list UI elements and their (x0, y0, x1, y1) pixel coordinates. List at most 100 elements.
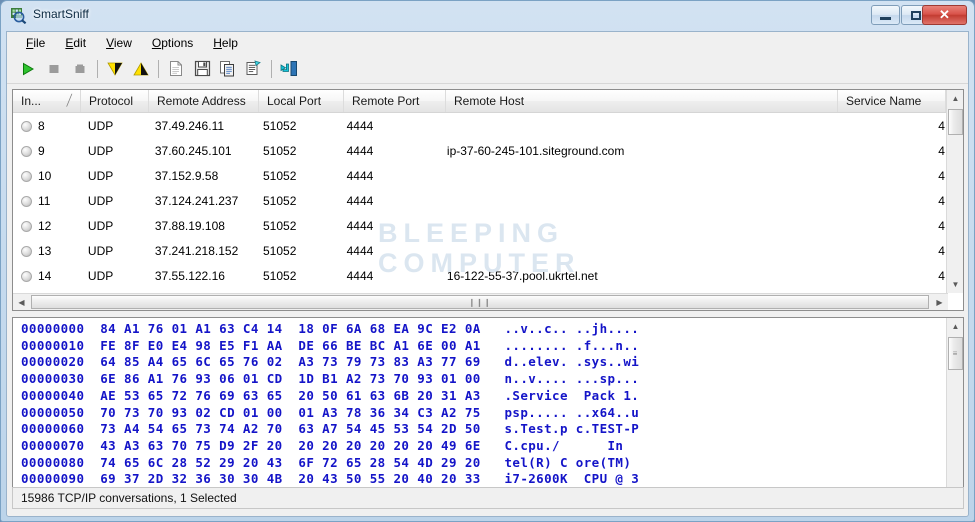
application-window: SmartSniff ✕ File Edit View Options Help (0, 0, 975, 522)
table-row[interactable]: 8 UDP 37.49.246.11 51052 4444 4 (13, 113, 948, 138)
status-bullet-icon (21, 270, 32, 282)
cell-remote_port: 4444 (346, 243, 374, 258)
list-scroll-left-button[interactable]: ◀ (13, 294, 30, 310)
separator-3 (271, 59, 272, 78)
column-header-service_name[interactable]: Service Name (838, 90, 946, 112)
properties-button[interactable] (241, 57, 267, 81)
copy-pages-icon (220, 61, 234, 77)
start-capture-button[interactable] (15, 57, 41, 81)
cell-text: 12 (38, 218, 52, 233)
properties-icon (246, 60, 261, 75)
conversations-list[interactable]: In... ╱ Protocol Remote Address Local Port Re… (12, 89, 964, 311)
cell-remote_port: 4444 (346, 168, 374, 183)
stop-capture-button[interactable] (41, 57, 67, 81)
cell-remote_port: 4444 (346, 193, 374, 208)
status-bar: 15986 TCP/IP conversations, 1 Selected (12, 487, 964, 509)
stop-square-icon (75, 64, 85, 73)
save-button[interactable] (189, 57, 215, 81)
exit-door-arrow-icon (280, 61, 297, 76)
column-header-local_port[interactable]: Local Port (259, 90, 344, 112)
pause-capture-button[interactable] (67, 57, 93, 81)
column-header-label: In... (21, 94, 42, 108)
column-header-index[interactable]: In... ╱ (13, 90, 81, 112)
hex-scroll-thumb[interactable]: ≡ (948, 337, 963, 370)
table-row[interactable]: 12 UDP 37.88.19.108 51052 4444 4 (13, 213, 948, 238)
cell-protocol: UDP (87, 168, 114, 183)
list-scroll-right-button[interactable]: ▶ (931, 294, 948, 310)
separator-2 (158, 59, 159, 78)
status-bullet-icon (21, 120, 32, 132)
list-scroll-down-button[interactable]: ▼ (947, 276, 963, 293)
cell-local_port: 51052 (263, 193, 297, 208)
table-row[interactable]: 11 UDP 37.124.241.237 51052 4444 4 (13, 188, 948, 213)
list-hscroll-thumb[interactable]: ❙❙❙ (31, 295, 929, 309)
table-row[interactable]: 13 UDP 37.241.218.152 51052 4444 4 (13, 238, 948, 263)
cell-remote_port: 4444 (346, 218, 374, 233)
filter-down-button[interactable] (102, 57, 128, 81)
column-header-label: Protocol (89, 94, 134, 108)
list-column-headers: In... ╱ Protocol Remote Address Local Port Re… (13, 90, 963, 113)
column-header-protocol[interactable]: Protocol (81, 90, 149, 112)
cell-index: 14 (13, 269, 80, 283)
cell-local_port: 51052 (263, 268, 297, 283)
exit-button[interactable] (276, 57, 302, 81)
minimize-button[interactable] (871, 5, 900, 25)
cell-index: 11 (13, 194, 80, 208)
cell-remote_host: ip-37-60-245-101.siteground.com (446, 143, 625, 158)
filter-up-button[interactable] (128, 57, 154, 81)
table-row[interactable]: 14 UDP 37.55.122.16 51052 4444 16-122-55-37.p… (13, 263, 948, 288)
table-row[interactable]: 10 UDP 37.152.9.58 51052 4444 4 (13, 163, 948, 188)
cell-remote_port: 4444 (346, 143, 374, 158)
cell-local_port: 51052 (263, 143, 297, 158)
cell-remote_addr: 37.49.246.11 (154, 118, 225, 133)
column-header-remote_host[interactable]: Remote Host (446, 90, 838, 112)
table-row[interactable]: 9 UDP 37.60.245.101 51052 4444 ip-37-60-245-1… (13, 138, 948, 163)
hex-dump-text: 00000000 84 A1 76 01 A1 63 C4 14 18 0F 6… (21, 321, 640, 503)
menu-item-edit[interactable]: Edit (57, 34, 95, 52)
list-scroll-thumb[interactable] (948, 109, 963, 135)
menu-item-view[interactable]: View (98, 34, 141, 52)
cell-index: 13 (13, 244, 80, 258)
cell-remote_port: 4444 (346, 268, 374, 283)
new-button[interactable] (163, 57, 189, 81)
column-header-label: Remote Address (157, 94, 246, 108)
status-bullet-icon (21, 220, 32, 232)
cell-remote_addr: 37.152.9.58 (154, 168, 219, 183)
cell-text: 9 (38, 143, 45, 158)
copy-button[interactable] (215, 57, 241, 81)
list-scroll-up-button[interactable]: ▲ (947, 90, 963, 107)
packet-hex-dump-panel[interactable]: 00000000 84 A1 76 01 A1 63 C4 14 18 0F 6… (12, 317, 964, 507)
column-header-remote_port[interactable]: Remote Port (344, 90, 446, 112)
hex-scroll-up-button[interactable]: ▲ (947, 318, 963, 335)
cell-local_port: 51052 (263, 218, 297, 233)
list-horizontal-scrollbar[interactable]: ◀ ▶ ❙❙❙ (13, 293, 948, 310)
close-icon: ✕ (939, 7, 950, 22)
column-header-label: Service Name (846, 94, 922, 108)
cell-text: 13 (38, 243, 52, 258)
hex-vertical-scrollbar[interactable]: ▲ ≡ ▼ (946, 318, 963, 506)
menu-item-file[interactable]: File (18, 34, 54, 52)
menu-item-help[interactable]: Help (205, 34, 247, 52)
filter-up-icon (133, 61, 149, 75)
floppy-disk-icon (194, 60, 210, 77)
cell-text: 8 (38, 118, 45, 133)
cell-remote_addr: 37.55.122.16 (154, 268, 225, 283)
cell-remote_addr: 37.60.245.101 (154, 143, 232, 158)
status-bullet-icon (21, 145, 32, 157)
cell-index: 9 (13, 144, 80, 158)
close-button[interactable]: ✕ (922, 5, 967, 25)
sort-indicator-icon: ╱ (67, 95, 73, 107)
cell-text: 10 (38, 168, 52, 183)
column-header-remote_addr[interactable]: Remote Address (149, 90, 259, 112)
scroll-grip-icon: ❙❙❙ (468, 297, 492, 307)
status-bullet-icon (21, 245, 32, 257)
cell-protocol: UDP (87, 118, 114, 133)
minimize-icon (872, 6, 899, 24)
cell-protocol: UDP (87, 143, 114, 158)
column-header-label: Remote Port (352, 94, 420, 108)
menu-item-options[interactable]: Options (144, 34, 202, 52)
list-vertical-scrollbar[interactable]: ▲ ▼ (946, 90, 963, 293)
menu-bar: File Edit View Options Help (7, 32, 968, 54)
cell-remote_host: 16-122-55-37.pool.ukrtel.net (446, 268, 598, 283)
cell-text: 14 (38, 268, 52, 283)
